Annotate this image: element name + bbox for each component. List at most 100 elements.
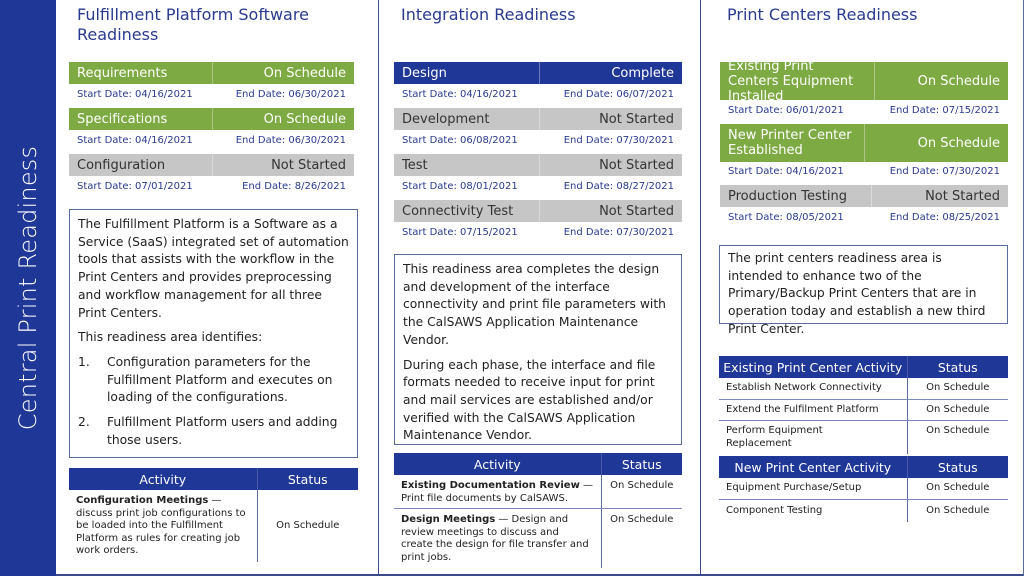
phase-dates: Start Date: 06/01/2021 End Date: 07/15/2… xyxy=(720,105,1008,116)
phase-divider xyxy=(539,62,540,84)
phase-dates: Start Date: 04/16/2021 End Date: 06/30/2… xyxy=(69,89,354,100)
status-cell: On Schedule xyxy=(906,420,1008,454)
table-row: Design Meetings — Design and review meet… xyxy=(394,508,682,569)
end-date: End Date: 07/15/2021 xyxy=(889,105,1000,116)
table-row: Perform Equipment Replacement On Schedul… xyxy=(719,420,1008,455)
description-intro: This readiness area identifies: xyxy=(78,330,263,345)
column-header-activity: Activity xyxy=(69,468,257,490)
activity-cell: Component Testing xyxy=(726,504,823,516)
phase-requirements: Requirements On Schedule xyxy=(69,62,354,84)
integration-panel: Integration Readiness Design Complete St… xyxy=(379,0,701,576)
phase-dates: Start Date: 07/01/2021 End Date: 8/26/20… xyxy=(69,181,354,192)
column-header-status: Status xyxy=(256,468,358,490)
identifies-list: 1. Configuration parameters for the Fulf… xyxy=(78,354,349,450)
activity-name: Perform Equipment Replacement xyxy=(726,425,823,449)
activity-table: Activity Status Existing Documentation R… xyxy=(394,453,682,568)
phase-dates: Start Date: 04/16/2021 End Date: 06/07/2… xyxy=(394,89,682,100)
list-text: Fulfillment Platform users and adding th… xyxy=(107,415,338,447)
phase-design: Design Complete xyxy=(394,62,682,84)
phase-divider xyxy=(212,108,213,130)
activity-name: Existing Documentation Review xyxy=(401,480,580,491)
start-date: Start Date: 04/16/2021 xyxy=(728,166,844,177)
phase-dates: Start Date: 07/15/2021 End Date: 07/30/2… xyxy=(394,227,682,238)
panel-title: Fulfillment Platform Software Readiness xyxy=(77,5,309,44)
phase-specifications: Specifications On Schedule xyxy=(69,108,354,130)
column-header-activity: Activity xyxy=(394,453,601,475)
phase-name: New Printer Center Established xyxy=(728,128,852,158)
phase-divider xyxy=(874,62,875,100)
print-centers-panel: Print Centers Readiness Existing Print C… xyxy=(701,0,1024,576)
start-date: Start Date: 06/08/2021 xyxy=(402,135,518,146)
phase-divider xyxy=(871,185,872,207)
description-text: This readiness area completes the design… xyxy=(403,262,666,347)
phase-name: Configuration xyxy=(77,157,166,173)
start-date: Start Date: 04/16/2021 xyxy=(77,135,193,146)
status-cell: On Schedule xyxy=(906,399,1008,421)
table-row: Extend the Fulfilment Platform On Schedu… xyxy=(719,399,1008,421)
list-number: 1. xyxy=(78,354,90,369)
phase-name: Development xyxy=(402,111,490,127)
phase-name: Connectivity Test xyxy=(402,203,514,219)
description-text: The print centers readiness area is inte… xyxy=(728,251,986,336)
phase-status: Not Started xyxy=(271,157,346,173)
status-cell: On Schedule xyxy=(906,478,1008,500)
activity-cell: Equipment Purchase/Setup xyxy=(719,478,907,500)
status-cell: On Schedule xyxy=(906,378,1008,400)
activity-name: Configuration Meetings xyxy=(76,495,209,506)
end-date: End Date: 07/30/2021 xyxy=(563,227,674,238)
description-text: During each phase, the interface and fil… xyxy=(403,357,656,443)
table-row: Configuration Meetings — discuss print j… xyxy=(69,490,358,562)
start-date: Start Date: 06/01/2021 xyxy=(728,105,844,116)
activity-cell: Design Meetings — Design and review meet… xyxy=(394,509,601,569)
end-date: End Date: 8/26/2021 xyxy=(242,181,346,192)
start-date: Start Date: 04/16/2021 xyxy=(402,89,518,100)
phase-status: On Schedule xyxy=(917,135,1000,151)
start-date: Start Date: 08/01/2021 xyxy=(402,181,518,192)
list-item: 2. Fulfillment Platform users and adding… xyxy=(78,414,349,449)
description-box: This readiness area completes the design… xyxy=(394,254,682,445)
phase-status: Not Started xyxy=(599,111,674,127)
activity-cell: Perform Equipment Replacement xyxy=(719,421,907,455)
phase-development: Development Not Started xyxy=(394,108,682,130)
phase-production-testing: Production Testing Not Started xyxy=(720,185,1008,207)
new-activity-table: New Print Center Activity Status Equipme… xyxy=(719,456,1008,522)
phase-dates: Start Date: 06/08/2021 End Date: 07/30/2… xyxy=(394,135,682,146)
phase-divider xyxy=(539,154,540,176)
phase-name: Requirements xyxy=(77,65,168,81)
column-header-status: Status xyxy=(600,453,682,475)
column-header-status: Status xyxy=(906,356,1008,378)
activity-cell: Establish Network Connectivity xyxy=(719,378,907,400)
panel-title: Print Centers Readiness xyxy=(727,5,918,24)
end-date: End Date: 06/07/2021 xyxy=(563,89,674,100)
phase-divider xyxy=(539,200,540,222)
panel-title: Integration Readiness xyxy=(401,5,576,24)
activity-cell: Existing Documentation Review — Print fi… xyxy=(394,475,601,509)
phase-status: On Schedule xyxy=(263,65,346,81)
description-text: The Fulfillment Platform is a Software a… xyxy=(78,217,349,320)
description-box: The print centers readiness area is inte… xyxy=(719,245,1008,336)
list-text: Configuration parameters for the Fulfill… xyxy=(107,354,333,405)
status-cell: On Schedule xyxy=(600,508,682,568)
phase-existing-equipment: Existing Print Centers Equipment Install… xyxy=(720,59,1008,104)
phase-status: Not Started xyxy=(599,203,674,219)
end-date: End Date: 06/30/2021 xyxy=(235,135,346,146)
sidebar-title: Central Print Readiness xyxy=(14,145,42,431)
phase-configuration: Configuration Not Started xyxy=(69,154,354,176)
phase-dates: Start Date: 08/05/2021 End Date: 08/25/2… xyxy=(720,212,1008,223)
phase-new-printer-center: New Printer Center Established On Schedu… xyxy=(720,124,1008,162)
phase-name: Production Testing xyxy=(728,188,847,204)
status-cell: On Schedule xyxy=(256,490,358,562)
list-item: 1. Configuration parameters for the Fulf… xyxy=(78,354,349,407)
table-row: Component Testing On Schedule xyxy=(719,499,1008,522)
end-date: End Date: 08/25/2021 xyxy=(889,212,1000,223)
activity-cell: Configuration Meetings — discuss print j… xyxy=(69,490,257,562)
activity-name: Design Meetings xyxy=(401,514,496,525)
existing-activity-table: Existing Print Center Activity Status Es… xyxy=(719,356,1008,454)
phase-test: Test Not Started xyxy=(394,154,682,176)
column-header-status: Status xyxy=(906,456,1008,478)
phase-dates: Start Date: 04/16/2021 End Date: 07/30/2… xyxy=(720,166,1008,177)
start-date: Start Date: 07/01/2021 xyxy=(77,181,193,192)
description-box: The Fulfillment Platform is a Software a… xyxy=(69,209,358,458)
start-date: Start Date: 08/05/2021 xyxy=(728,212,844,223)
column-header-activity: Existing Print Center Activity xyxy=(719,356,907,378)
